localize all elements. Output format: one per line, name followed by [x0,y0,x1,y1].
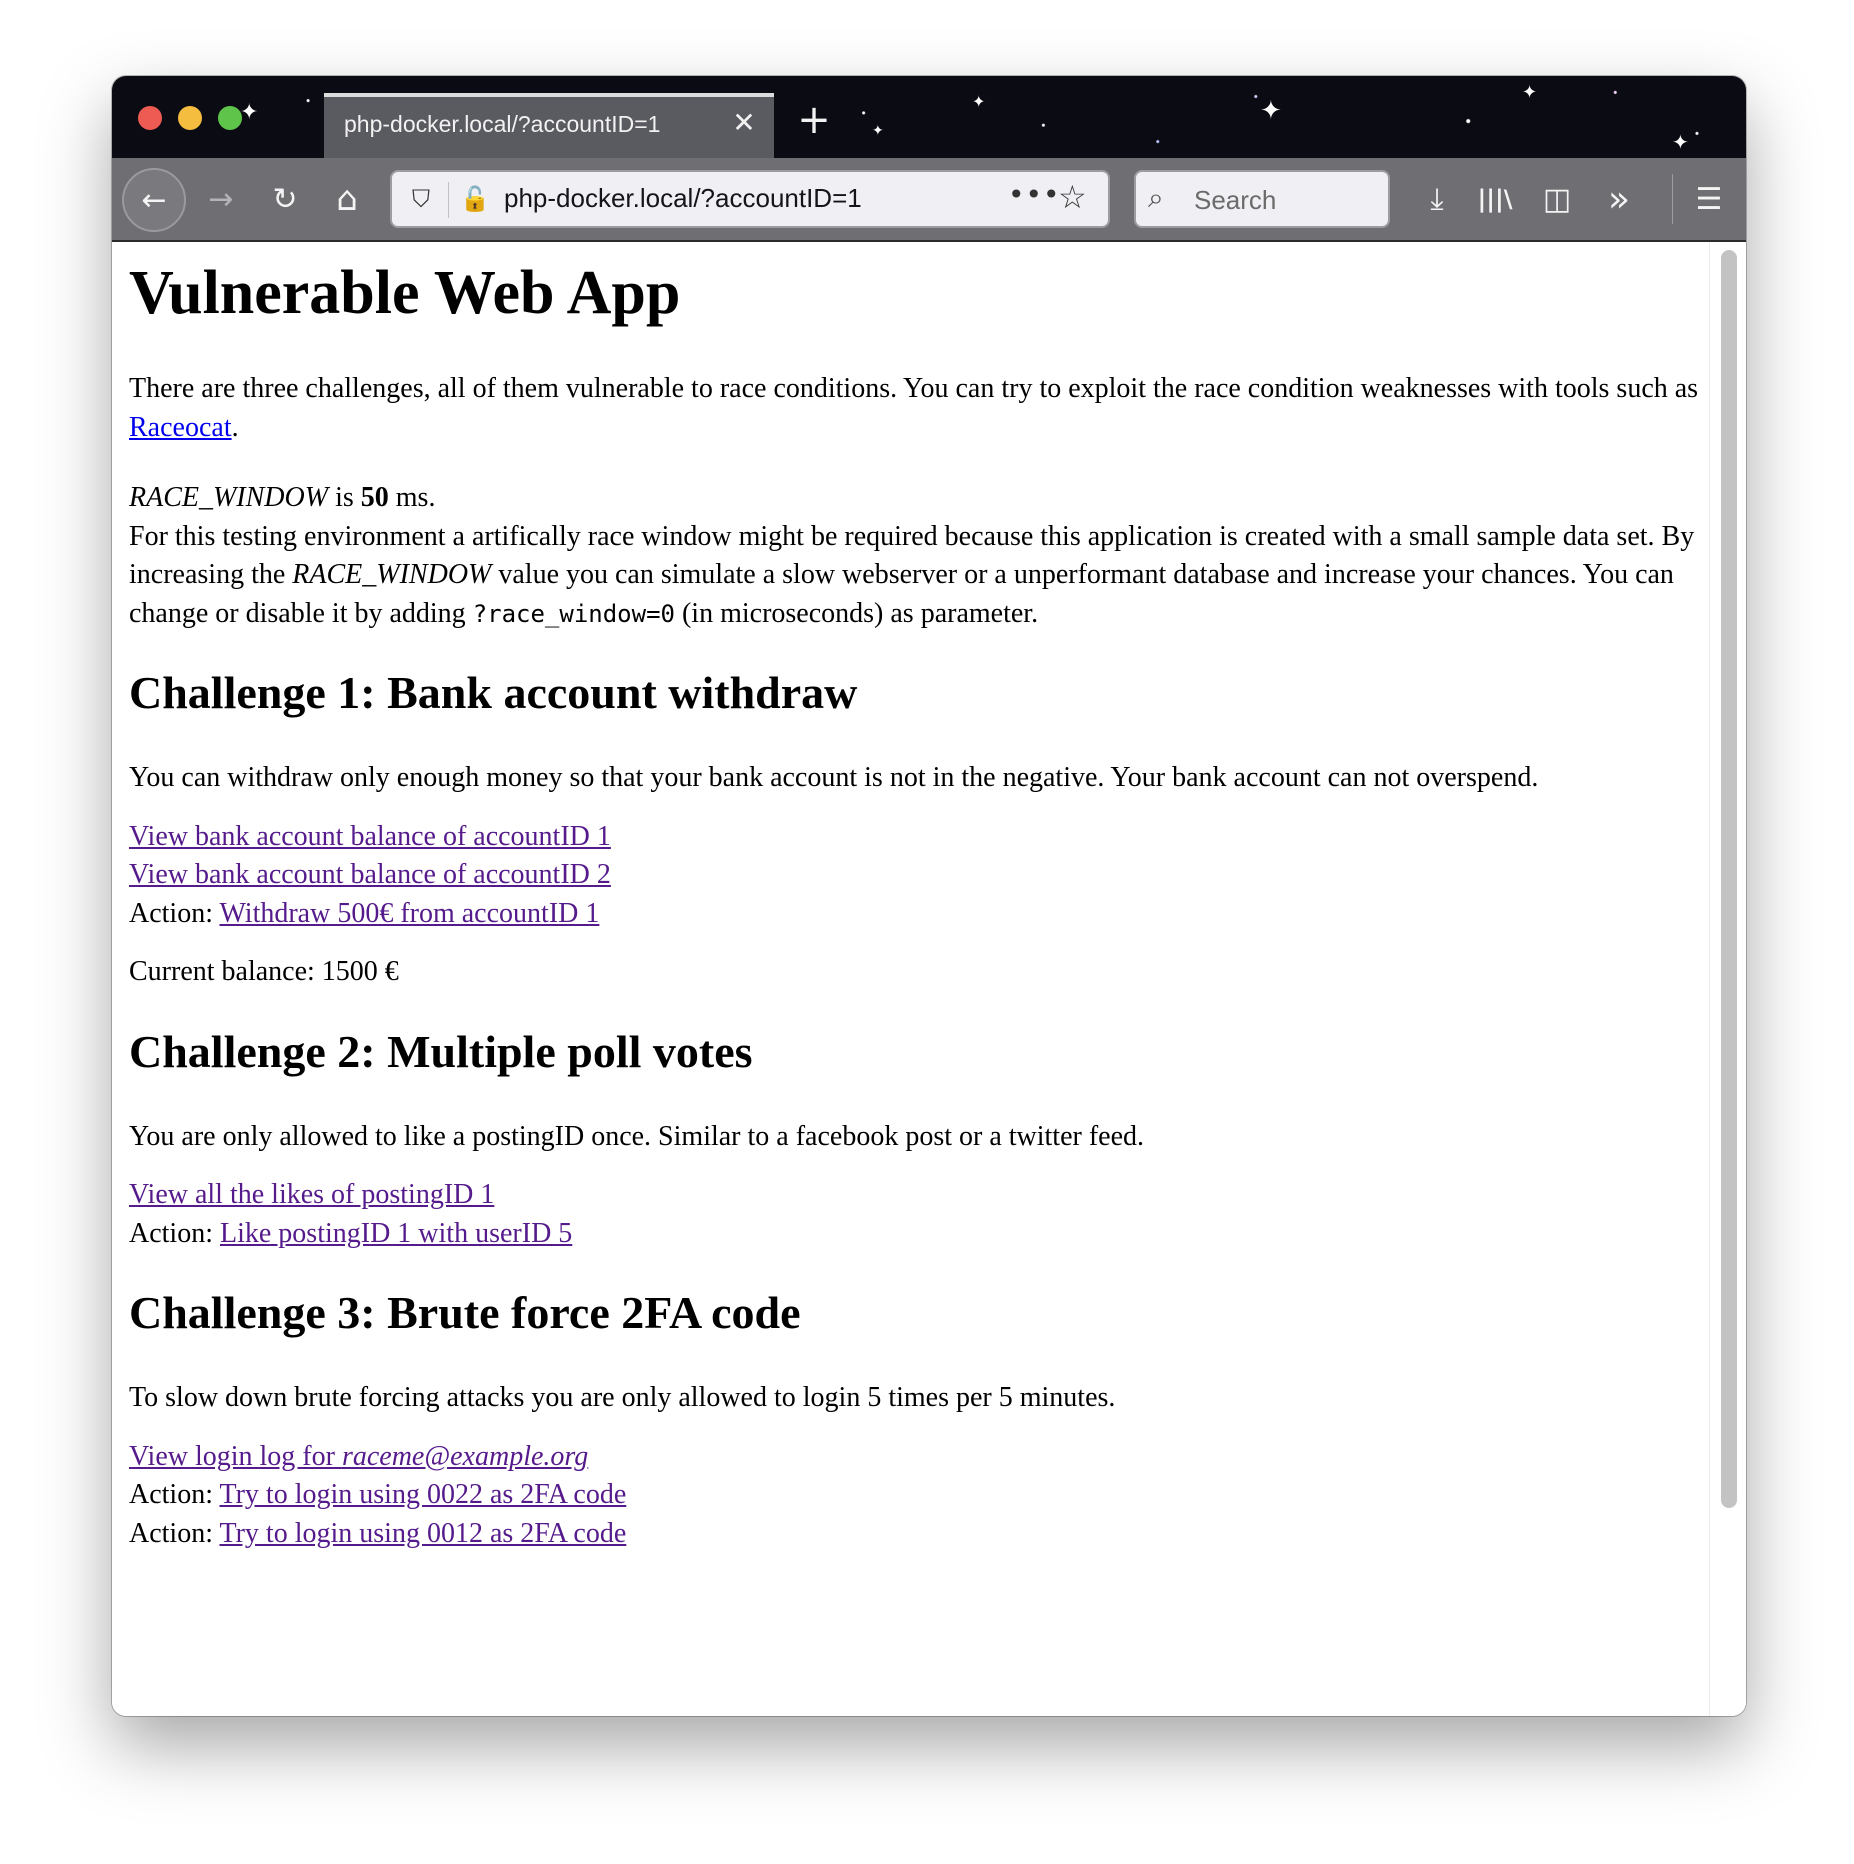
bookmark-star-icon[interactable]: ☆ [1058,178,1087,216]
withdraw-link[interactable]: Withdraw 500€ from accountID 1 [219,898,599,929]
tab-title: php-docker.local/?accountID=1 [344,111,661,137]
race-window-value: 50 [360,482,389,513]
challenge3-description: To slow down brute forcing attacks you a… [129,1382,1116,1413]
search-input[interactable]: ⌕ Search [1134,170,1390,228]
login-0022-link[interactable]: Try to login using 0022 as 2FA code [219,1479,626,1510]
shield-icon[interactable]: ⛉ [406,182,436,216]
downloads-icon: ⤓ [1430,181,1444,217]
forward-arrow-icon: → [208,181,234,217]
star-decoration: ✦ [872,123,884,139]
vertical-scrollbar[interactable] [1709,242,1746,1716]
race-window-unit: ms. [388,482,436,513]
scrollbar-thumb[interactable] [1721,250,1737,1508]
url-text[interactable]: php-docker.local/?accountID=1 [504,183,862,214]
main-menu-button[interactable]: ☰ [1682,172,1736,226]
star-decoration: ✦ [1522,82,1538,103]
star-decoration: ✦ [1672,130,1689,154]
login-log-email: raceme@example.org [341,1440,589,1472]
tab-active[interactable]: php-docker.local/?accountID=1 ✕ [324,93,774,158]
insecure-lock-icon[interactable]: 🔓 [460,182,490,216]
hamburger-menu-icon: ☰ [1695,181,1723,217]
intro-paragraph: There are three challenges, all of them … [129,370,1709,447]
page-viewport: Vulnerable Web App There are three chall… [112,242,1746,1716]
challenge1-links: View bank account balance of accountID 1… [129,818,1709,934]
home-icon: ⌂ [336,179,358,219]
chevron-double-right-icon: » [1607,178,1631,220]
challenge1-description: You can withdraw only enough money so th… [129,762,1539,793]
sidebar-button[interactable]: ◫ [1530,172,1584,226]
intro-text: There are three challenges, all of them … [129,373,1699,404]
forward-button[interactable]: → [194,172,248,226]
search-placeholder: Search [1194,185,1277,215]
close-tab-icon[interactable]: ✕ [728,105,760,141]
library-icon: |||\ [1477,185,1513,213]
url-bar[interactable]: ⛉ 🔓 php-docker.local/?accountID=1 ••• ☆ [390,170,1110,228]
sidebar-icon: ◫ [1542,181,1572,217]
login-log-prefix: View login log for [129,1440,342,1472]
tab-strip: ✦ ✦ ✦ ✦ ✦ ✦ php-docker.local/?accountID=… [112,76,1746,158]
action-label: Action: [129,1517,220,1549]
window-maximize-button[interactable] [218,106,242,130]
raceocat-link[interactable]: Raceocat [129,412,232,443]
home-button[interactable]: ⌂ [320,172,374,226]
race-window-code: ?race_window=0 [472,599,675,628]
page-title: Vulnerable Web App [129,259,681,327]
like-posting-link[interactable]: Like postingID 1 with userID 5 [220,1218,572,1249]
challenge1-heading: Challenge 1: Bank account withdraw [129,667,858,718]
back-arrow-icon: ← [141,182,167,218]
library-button[interactable]: |||\ [1468,172,1522,226]
back-button[interactable]: ← [122,168,186,232]
intro-end: . [231,411,239,443]
challenge3-links: View login log for raceme@example.org Act… [129,1438,1709,1554]
url-separator [448,182,449,218]
race-window-paragraph: RACE_WINDOW is 50 ms. For this testing en… [129,479,1709,633]
view-likes-link[interactable]: View all the likes of postingID 1 [129,1179,494,1210]
view-balance-account2-link[interactable]: View bank account balance of accountID 2 [129,859,611,890]
challenge2-links: View all the likes of postingID 1 Action:… [129,1176,1709,1253]
downloads-button[interactable]: ⤓ [1410,172,1464,226]
challenge2-description: You are only allowed to like a postingID… [129,1120,1145,1152]
new-tab-button[interactable]: + [792,98,836,142]
nav-bar: ← → ↻ ⌂ ⛉ 🔓 php-docker.local/?accountID=… [112,158,1746,242]
browser-window: ✦ ✦ ✦ ✦ ✦ ✦ php-docker.local/?accountID=… [112,76,1746,1716]
view-login-log-link[interactable]: View login log for raceme@example.org [129,1441,588,1472]
current-balance: Current balance: 1500 € [129,956,399,987]
star-decoration: ✦ [972,92,986,111]
search-icon: ⌕ [1148,181,1164,214]
race-window-is: is [328,482,361,513]
action-label: Action: [129,1479,220,1510]
overflow-menu-button[interactable]: » [1592,172,1646,226]
window-close-button[interactable] [138,106,162,130]
star-decoration: ✦ [1260,96,1282,126]
toolbar-divider [1672,174,1673,224]
reload-button[interactable]: ↻ [258,172,312,226]
challenge2-heading: Challenge 2: Multiple poll votes [129,1025,753,1077]
page-body: Vulnerable Web App There are three chall… [129,242,1709,1553]
race-desc-3: (in microseconds) as parameter. [674,597,1039,629]
star-decoration: ✦ [240,100,259,125]
action-label: Action: [129,897,220,929]
action-label: Action: [129,1217,220,1249]
reload-icon: ↻ [272,181,298,217]
challenge3-heading: Challenge 3: Brute force 2FA code [129,1287,801,1338]
page-actions-icon[interactable]: ••• [1008,178,1061,211]
view-balance-account1-link[interactable]: View bank account balance of accountID 1 [129,821,611,852]
login-0012-link[interactable]: Try to login using 0012 as 2FA code [219,1518,626,1549]
window-minimize-button[interactable] [178,106,202,130]
race-desc-var: RACE_WINDOW [292,559,492,590]
race-window-name: RACE_WINDOW [129,482,329,513]
